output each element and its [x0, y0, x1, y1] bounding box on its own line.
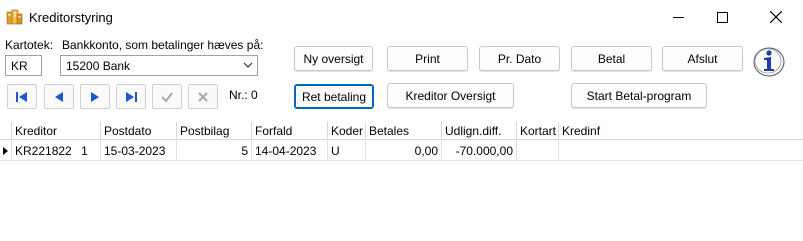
next-record-button[interactable]: [80, 84, 110, 109]
last-record-button[interactable]: [116, 84, 146, 109]
column-header-kredinf[interactable]: Kredinf: [559, 122, 803, 140]
title-bar: Kreditorstyring: [0, 0, 803, 34]
maximize-icon: [716, 11, 728, 23]
cell-koder[interactable]: U: [328, 141, 366, 161]
column-header-betales[interactable]: Betales: [366, 122, 442, 140]
cell-postdato[interactable]: 15-03-2023: [101, 141, 177, 161]
cell-kortart[interactable]: [517, 141, 559, 161]
kartotek-label: Kartotek:: [5, 38, 54, 52]
ret-betaling-button[interactable]: Ret betaling: [294, 84, 374, 109]
print-button[interactable]: Print: [387, 46, 468, 71]
bankkonto-value: 15200 Bank: [66, 59, 131, 73]
row-pointer-icon: [3, 147, 8, 155]
column-header-postdato[interactable]: Postdato: [101, 122, 177, 140]
last-record-icon: [126, 91, 137, 102]
cell-kredinf[interactable]: [559, 141, 803, 161]
post-button[interactable]: [152, 84, 182, 109]
cell-betales[interactable]: 0,00: [366, 141, 442, 161]
minimize-icon: [672, 16, 684, 18]
record-number: Nr.: 0: [229, 88, 258, 102]
ny-oversigt-button[interactable]: Ny oversigt: [294, 46, 373, 71]
kreditor-code: KR221822: [15, 144, 72, 158]
column-header-udlign-diff[interactable]: Udlign.diff.: [442, 122, 517, 140]
cell-kreditor[interactable]: KR221822 1: [12, 141, 101, 161]
column-header-koder[interactable]: Koder: [328, 122, 366, 140]
close-icon: [770, 11, 782, 23]
maximize-button[interactable]: [699, 0, 745, 34]
app-icon: [6, 9, 23, 25]
kreditor-oversigt-button[interactable]: Kreditor Oversigt: [387, 83, 514, 108]
kreditor-number: 1: [81, 144, 88, 158]
row-indicator-header: [0, 122, 12, 140]
afslut-button[interactable]: Afslut: [662, 46, 743, 71]
bankkonto-select[interactable]: 15200 Bank: [60, 55, 258, 76]
window-title: Kreditorstyring: [29, 10, 113, 25]
previous-record-button[interactable]: [44, 84, 74, 109]
first-record-button[interactable]: [7, 84, 37, 109]
column-header-forfald[interactable]: Forfald: [252, 122, 328, 140]
previous-record-icon: [55, 91, 63, 102]
info-icon[interactable]: [752, 44, 786, 78]
close-button[interactable]: [753, 0, 799, 34]
next-record-icon: [91, 91, 99, 102]
start-betal-program-button[interactable]: Start Betal-program: [571, 83, 707, 108]
first-record-icon: [16, 91, 27, 102]
bankkonto-label: Bankkonto, som betalinger hæves på:: [62, 38, 264, 52]
column-header-postbilag[interactable]: Postbilag: [177, 122, 252, 140]
cell-postbilag[interactable]: 5: [177, 141, 252, 161]
betal-button[interactable]: Betal: [571, 46, 652, 71]
post-check-icon: [161, 91, 173, 103]
cell-udlign-diff[interactable]: -70.000,00: [442, 141, 517, 161]
column-header-kreditor[interactable]: Kreditor: [12, 122, 101, 140]
cell-forfald[interactable]: 14-04-2023: [252, 141, 328, 161]
kartotek-field[interactable]: KR: [5, 55, 42, 76]
client-area: Kartotek: Bankkonto, som betalinger hæve…: [0, 34, 803, 241]
column-header-kortart[interactable]: Kortart: [517, 122, 559, 140]
cancel-button[interactable]: [188, 84, 218, 109]
minimize-button[interactable]: [655, 0, 701, 34]
chevron-down-icon: [243, 62, 253, 68]
row-pointer: [0, 141, 12, 161]
pr-dato-button[interactable]: Pr. Dato: [479, 46, 560, 71]
cancel-x-icon: [198, 91, 208, 102]
